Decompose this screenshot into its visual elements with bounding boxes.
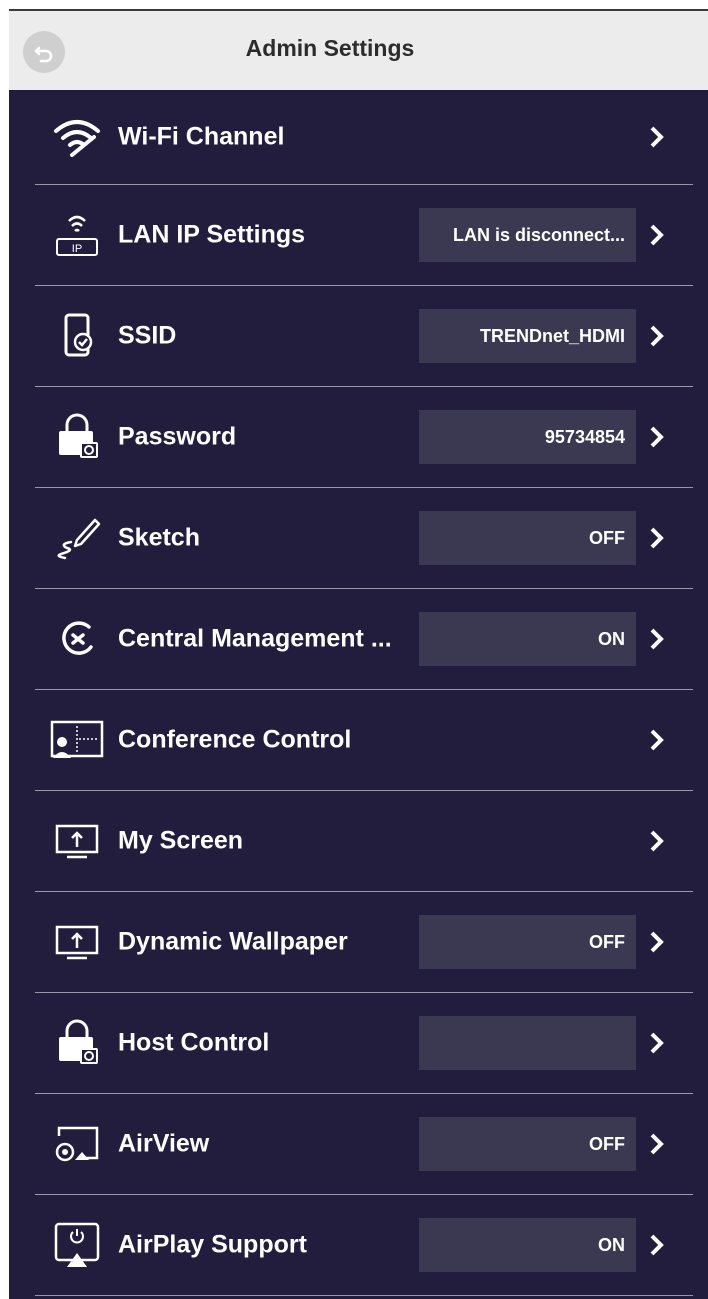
- pencil-sketch-icon: [49, 514, 105, 562]
- svg-text:IP: IP: [72, 243, 82, 255]
- row-label: Central Management ...: [118, 624, 392, 653]
- admin-settings-screen: Admin Settings Wi-Fi Channel IP LAN IP S…: [9, 9, 708, 1299]
- row-value: OFF: [419, 1117, 636, 1171]
- row-label: AirView: [118, 1129, 210, 1158]
- row-label: Wi-Fi Channel: [118, 122, 285, 151]
- row-label: Host Control: [118, 1028, 270, 1057]
- lock-screen-icon: [49, 413, 105, 461]
- chevron-right-icon: [645, 123, 669, 151]
- chevron-right-icon: [645, 221, 669, 249]
- row-value: ON: [419, 612, 636, 666]
- airview-icon: [49, 1120, 105, 1168]
- row-label: LAN IP Settings: [118, 220, 306, 249]
- settings-list: Wi-Fi Channel IP LAN IP Settings LAN is …: [9, 90, 708, 1296]
- row-value: LAN is disconnect...: [419, 208, 636, 262]
- chevron-right-icon: [645, 928, 669, 956]
- lan-ip-icon: IP: [49, 211, 105, 259]
- row-my-screen[interactable]: My Screen: [35, 791, 693, 892]
- chevron-right-icon: [645, 827, 669, 855]
- row-label: My Screen: [118, 826, 244, 855]
- row-ssid[interactable]: SSID TRENDnet_HDMI: [35, 286, 693, 387]
- row-wifi-channel[interactable]: Wi-Fi Channel: [35, 90, 693, 185]
- row-dynamic-wallpaper[interactable]: Dynamic Wallpaper OFF: [35, 892, 693, 993]
- airplay-icon: [49, 1221, 105, 1269]
- chevron-right-icon: [645, 423, 669, 451]
- row-central-management[interactable]: Central Management ... ON: [35, 589, 693, 690]
- row-label: AirPlay Support: [118, 1230, 307, 1259]
- row-label: Dynamic Wallpaper: [118, 927, 348, 956]
- row-label: Password: [118, 422, 237, 451]
- central-management-icon: [49, 615, 105, 663]
- top-bar: Admin Settings: [9, 9, 708, 90]
- row-lan-ip-settings[interactable]: IP LAN IP Settings LAN is disconnect...: [35, 185, 693, 286]
- chevron-right-icon: [645, 524, 669, 552]
- row-value: OFF: [419, 915, 636, 969]
- row-airview[interactable]: AirView OFF: [35, 1094, 693, 1195]
- wifi-icon: [49, 113, 105, 161]
- row-sketch[interactable]: Sketch OFF: [35, 488, 693, 589]
- row-value: ON: [419, 1218, 636, 1272]
- row-label: SSID: [118, 321, 177, 350]
- chevron-right-icon: [645, 322, 669, 350]
- screen-upload-icon: [49, 918, 105, 966]
- screen-upload-icon: [49, 817, 105, 865]
- page-title: Admin Settings: [245, 35, 415, 61]
- row-value: 95734854: [419, 410, 636, 464]
- row-label: Conference Control: [118, 725, 352, 754]
- chevron-right-icon: [645, 1231, 669, 1259]
- row-value: OFF: [419, 511, 636, 565]
- row-value: [419, 1016, 636, 1070]
- row-airplay-support[interactable]: AirPlay Support ON: [35, 1195, 693, 1296]
- chevron-right-icon: [645, 726, 669, 754]
- row-conference-control[interactable]: Conference Control: [35, 690, 693, 791]
- row-password[interactable]: Password 95734854: [35, 387, 693, 488]
- device-check-icon: [49, 312, 105, 360]
- row-label: Sketch: [118, 523, 200, 552]
- chevron-right-icon: [645, 1130, 669, 1158]
- lock-screen-icon: [49, 1019, 105, 1067]
- chevron-right-icon: [645, 1029, 669, 1057]
- conference-icon: [49, 716, 105, 764]
- chevron-right-icon: [645, 625, 669, 653]
- row-host-control[interactable]: Host Control: [35, 993, 693, 1094]
- row-value: TRENDnet_HDMI: [419, 309, 636, 363]
